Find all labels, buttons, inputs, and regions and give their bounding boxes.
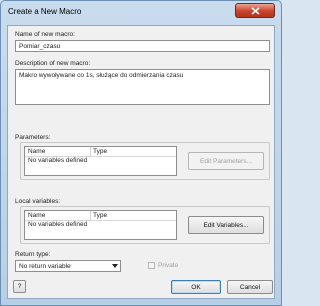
edit-variables-button[interactable]: Edit Variables... xyxy=(188,216,264,234)
create-macro-dialog: Create a New Macro Name of new macro: Po… xyxy=(0,0,282,306)
private-checkbox[interactable]: Private xyxy=(148,262,178,269)
parameters-empty-text: No variables defined xyxy=(28,157,88,164)
parameters-col-name[interactable]: Name xyxy=(28,148,45,155)
macro-name-input[interactable]: Pomiar_czasu xyxy=(15,40,270,52)
description-label: Description of new macro: xyxy=(15,60,91,67)
ok-button[interactable]: OK xyxy=(171,280,221,294)
local-variables-col-name[interactable]: Name xyxy=(28,212,45,219)
window-title: Create a New Macro xyxy=(8,7,82,16)
local-variables-list-header: Name Type xyxy=(25,211,176,221)
return-type-select[interactable]: No return variable xyxy=(15,260,121,272)
local-variables-label: Local variables: xyxy=(15,198,61,205)
local-variables-empty-text: No variables defined xyxy=(28,221,88,228)
private-checkbox-box[interactable] xyxy=(148,262,155,269)
edit-parameters-button[interactable]: Edit Parameters... xyxy=(188,152,264,170)
dialog-body: Name of new macro: Pomiar_czasu Descript… xyxy=(7,25,275,299)
title-bar: Create a New Macro xyxy=(1,1,281,23)
private-checkbox-label: Private xyxy=(158,262,179,269)
name-label: Name of new macro: xyxy=(15,31,75,38)
parameters-list-header: Name Type xyxy=(25,147,176,157)
close-button[interactable] xyxy=(235,3,275,18)
cancel-button[interactable]: Cancel xyxy=(227,280,273,294)
return-type-selected: No return variable xyxy=(19,263,71,270)
macro-description-input[interactable]: Makro wywoływane co 1s, służące do odmie… xyxy=(15,69,270,105)
return-type-label: Return type: xyxy=(15,251,51,258)
parameters-list[interactable]: Name Type No variables defined xyxy=(24,146,177,176)
local-variables-col-type[interactable]: Type xyxy=(93,212,107,219)
close-icon xyxy=(250,6,260,15)
help-button[interactable]: ? xyxy=(13,280,26,293)
parameters-label: Parameters: xyxy=(15,134,51,141)
parameters-col-type[interactable]: Type xyxy=(93,148,107,155)
chevron-down-icon xyxy=(112,264,118,268)
local-variables-list[interactable]: Name Type No variables defined xyxy=(24,210,177,240)
